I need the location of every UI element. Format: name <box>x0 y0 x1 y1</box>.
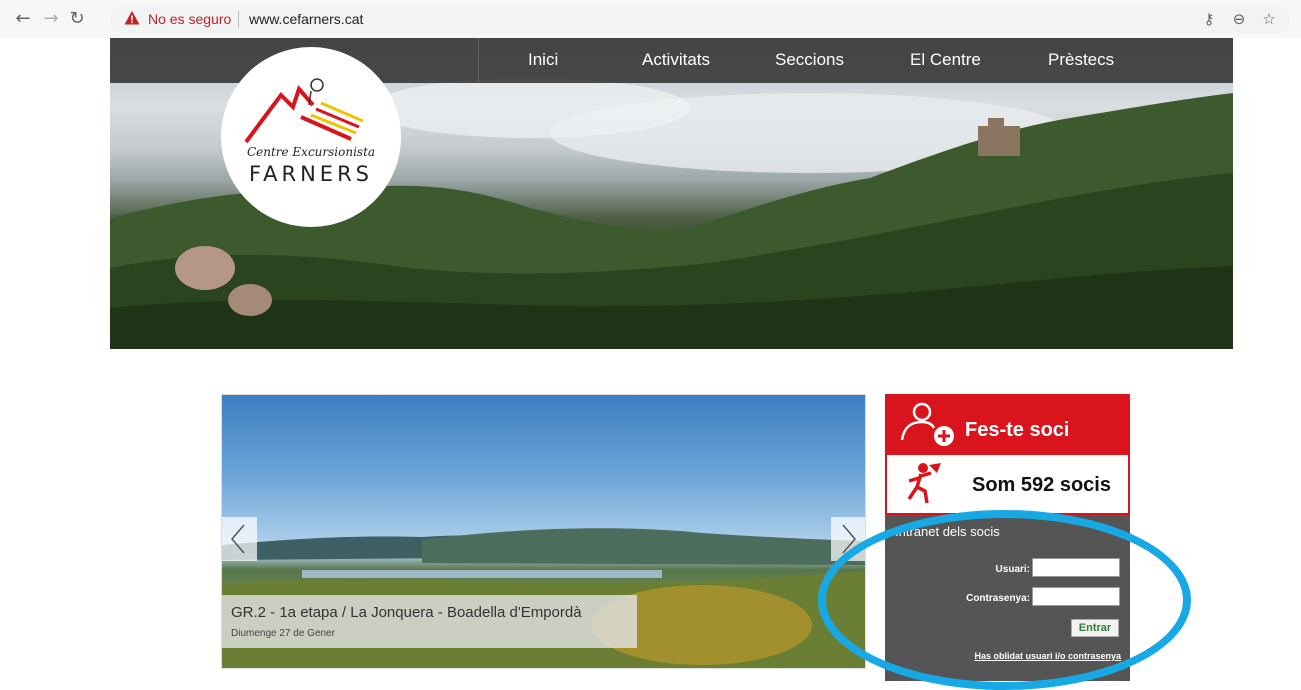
highlight-ellipse <box>818 510 1191 690</box>
nav-item-inici[interactable]: Inici <box>528 50 558 70</box>
join-button[interactable]: Fes-te soci <box>885 394 1130 455</box>
slider-prev-button[interactable] <box>222 517 257 561</box>
chevron-left-icon <box>231 524 245 554</box>
security-label[interactable]: No es seguro <box>148 11 231 27</box>
omnibox-divider <box>238 11 239 28</box>
members-count: Som 592 socis <box>972 474 1111 496</box>
slide-caption[interactable]: GR.2 - 1a etapa / La Jonquera - Boadella… <box>222 595 637 648</box>
mountain-logo-icon <box>244 78 364 144</box>
address-bar[interactable]: No es seguro www.cefarners.cat ⚷ ⊖ ☆ <box>110 4 1290 34</box>
browser-toolbar: ← → ↻ No es seguro www.cefarners.cat ⚷ ⊖… <box>0 0 1301 38</box>
nav-item-prestecs[interactable]: Prèstecs <box>1048 50 1114 70</box>
url-text[interactable]: www.cefarners.cat <box>249 11 363 27</box>
hiker-icon <box>907 463 941 504</box>
nav-item-seccions[interactable]: Seccions <box>775 50 844 70</box>
members-count-box: Som 592 socis <box>885 455 1130 515</box>
key-icon[interactable]: ⚷ <box>1200 10 1218 28</box>
nav-item-el-centre[interactable]: El Centre <box>910 50 981 70</box>
add-member-icon <box>900 402 954 446</box>
site-logo[interactable]: Centre Excursionista FARNERS <box>221 47 401 227</box>
nav-item-activitats[interactable]: Activitats <box>642 50 710 70</box>
forward-arrow-icon[interactable]: → <box>40 8 62 30</box>
slide-date: Diumenge 27 de Gener <box>231 628 335 639</box>
join-label[interactable]: Fes-te soci <box>965 419 1069 442</box>
nav-divider <box>478 38 479 83</box>
logo-subtitle: Centre Excursionista <box>246 145 376 159</box>
star-icon[interactable]: ☆ <box>1260 10 1278 28</box>
featured-slider[interactable]: GR.2 - 1a etapa / La Jonquera - Boadella… <box>221 394 866 669</box>
zoom-icon[interactable]: ⊖ <box>1230 10 1248 28</box>
slide-title[interactable]: GR.2 - 1a etapa / La Jonquera - Boadella… <box>231 604 582 621</box>
header-banner: Inici Activitats Seccions El Centre Près… <box>110 38 1233 349</box>
reload-icon[interactable]: ↻ <box>66 8 88 30</box>
back-arrow-icon[interactable]: ← <box>12 8 34 30</box>
warning-icon <box>124 11 140 25</box>
logo-name: FARNERS <box>248 162 373 186</box>
